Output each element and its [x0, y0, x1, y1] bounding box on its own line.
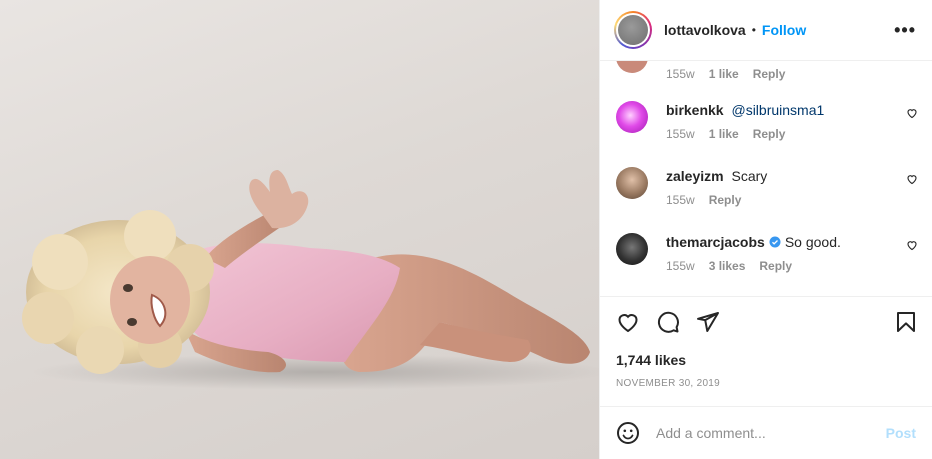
comment-text-line: zaleyizm Scary: [666, 167, 888, 185]
reply-button[interactable]: Reply: [759, 259, 792, 273]
more-options-icon[interactable]: •••: [894, 20, 916, 41]
comments-list[interactable]: 155w 1 like Reply birkenkk @silbruinsma1…: [600, 61, 932, 297]
author-username[interactable]: lottavolkova: [664, 22, 746, 38]
comment-likes[interactable]: 1 like: [709, 67, 739, 81]
like-count[interactable]: 1,744 likes: [616, 352, 686, 368]
commenter-username[interactable]: themarcjacobs: [666, 234, 765, 250]
like-comment-heart-icon[interactable]: [906, 239, 918, 251]
post-actions-bar: [616, 310, 918, 336]
comment-mention[interactable]: @silbruinsma1: [731, 102, 824, 118]
comment-body: 155w 1 like Reply: [666, 61, 888, 81]
comment-time[interactable]: 155w: [666, 67, 695, 81]
avatar-image: [618, 15, 648, 45]
post-photo-image: [22, 170, 599, 390]
comment-text-line: birkenkk @silbruinsma1: [666, 101, 888, 119]
comment-meta: 155w 1 like Reply: [666, 127, 888, 141]
comment-meta: 155w 1 like Reply: [666, 67, 888, 81]
comment-input[interactable]: [656, 425, 886, 441]
commenter-username[interactable]: birkenkk: [666, 102, 724, 118]
comment-likes[interactable]: 3 likes: [709, 259, 746, 273]
reply-button[interactable]: Reply: [753, 127, 786, 141]
avatar-border: [616, 13, 650, 47]
comment-icon[interactable]: [656, 310, 680, 334]
comment-body: themarcjacobs So good. 155w 3 likes Reply: [666, 233, 888, 273]
comment-meta: 155w Reply: [666, 193, 888, 207]
commenter-avatar[interactable]: [616, 101, 648, 133]
comment-meta: 155w 3 likes Reply: [666, 259, 888, 273]
post-header: lottavolkova • Follow •••: [600, 0, 932, 61]
share-icon[interactable]: [696, 310, 720, 334]
post-comment-button[interactable]: Post: [886, 425, 916, 441]
follow-button[interactable]: Follow: [762, 22, 806, 38]
like-comment-heart-icon[interactable]: [906, 173, 918, 185]
post-modal: lottavolkova • Follow ••• 155w 1 like Re…: [0, 0, 932, 459]
commenter-username[interactable]: zaleyizm: [666, 168, 724, 184]
bookmark-icon[interactable]: [894, 310, 918, 334]
comment-body: zaleyizm Scary 155w Reply: [666, 167, 888, 207]
verified-icon: [769, 236, 781, 248]
like-comment-heart-icon[interactable]: [906, 107, 918, 119]
comment-likes[interactable]: 1 like: [709, 127, 739, 141]
commenter-avatar[interactable]: [616, 233, 648, 265]
comment-text: Scary: [731, 168, 768, 184]
comment-text-line: themarcjacobs So good.: [666, 233, 888, 251]
commenter-avatar[interactable]: [616, 61, 648, 73]
reply-button[interactable]: Reply: [753, 67, 786, 81]
comment-time[interactable]: 155w: [666, 127, 695, 141]
commenter-avatar[interactable]: [616, 167, 648, 199]
post-photo[interactable]: [0, 0, 599, 459]
emoji-icon[interactable]: [616, 421, 640, 445]
add-comment-bar: Post: [600, 406, 932, 459]
header-separator: •: [751, 23, 756, 37]
comment-time[interactable]: 155w: [666, 193, 695, 207]
post-side-panel: lottavolkova • Follow ••• 155w 1 like Re…: [599, 0, 932, 459]
author-avatar[interactable]: [614, 11, 652, 49]
comment-body: birkenkk @silbruinsma1 155w 1 like Reply: [666, 101, 888, 141]
post-date[interactable]: NOVEMBER 30, 2019: [616, 378, 720, 389]
reply-button[interactable]: Reply: [709, 193, 742, 207]
comment-time[interactable]: 155w: [666, 259, 695, 273]
like-heart-icon[interactable]: [616, 310, 640, 334]
comment-text: So good.: [784, 234, 841, 250]
